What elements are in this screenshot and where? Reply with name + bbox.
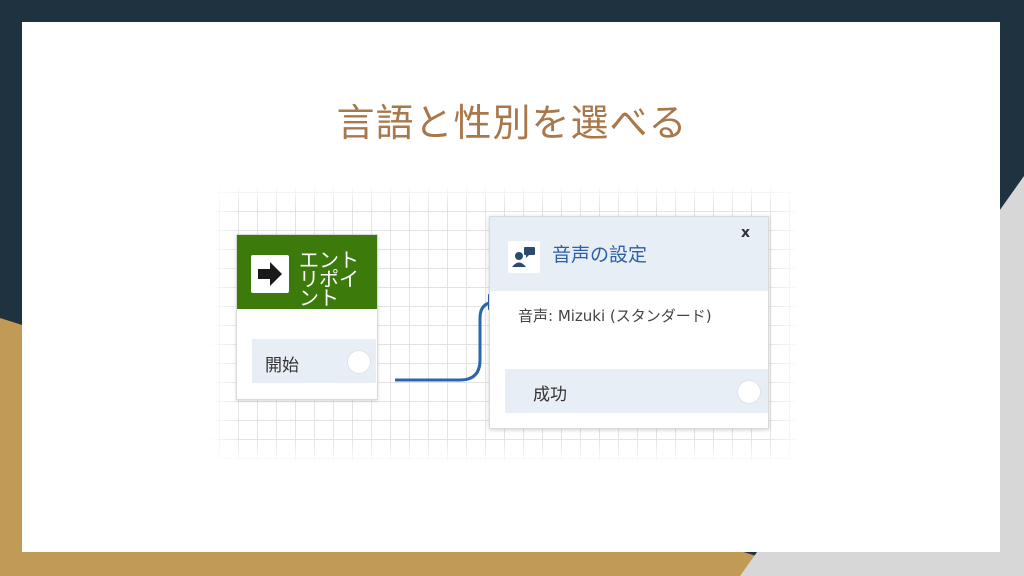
entry-point-block[interactable]: エントリポイント 開始 <box>236 234 378 400</box>
set-voice-title: 音声の設定 <box>552 244 648 266</box>
success-label: 成功 <box>533 385 567 405</box>
start-output-port[interactable] <box>347 350 371 374</box>
set-voice-block[interactable]: 音声の設定 x 音声: Mizuki (スタンダード) 成功 <box>489 216 769 429</box>
voice-value: 音声: Mizuki (スタンダード) <box>518 307 712 325</box>
person-speech-icon <box>508 241 540 273</box>
entry-point-header: エントリポイント <box>237 235 377 309</box>
start-label: 開始 <box>265 356 299 376</box>
set-voice-header: 音声の設定 x <box>490 217 768 291</box>
start-branch[interactable]: 開始 <box>252 339 376 383</box>
success-branch[interactable]: 成功 <box>505 369 768 413</box>
close-button[interactable]: x <box>741 225 750 241</box>
page-title: 言語と性別を選べる <box>336 101 688 145</box>
success-output-port[interactable] <box>737 380 761 404</box>
arrow-right-icon <box>251 255 289 293</box>
entry-point-title: エントリポイント <box>299 248 359 309</box>
